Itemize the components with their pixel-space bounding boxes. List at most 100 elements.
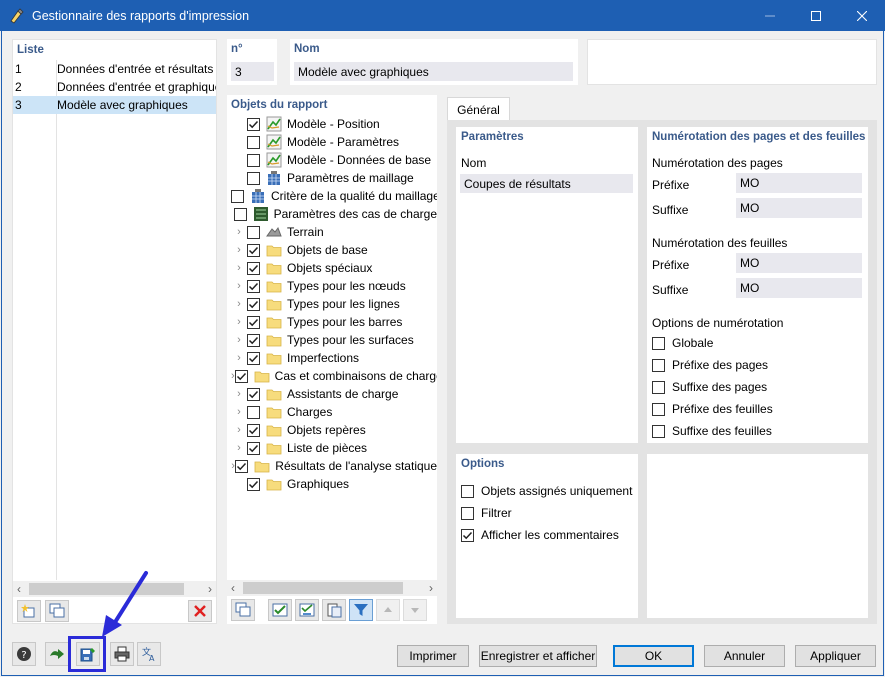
tree-item[interactable]: › Types pour les surfaces <box>227 331 437 349</box>
move-down-button[interactable] <box>403 599 427 621</box>
expand-chevron-icon[interactable]: › <box>227 226 247 238</box>
tree-item[interactable]: › Types pour les lignes <box>227 295 437 313</box>
pages-suffix-field[interactable]: MO <box>736 198 862 218</box>
numbering-option[interactable]: Globale <box>652 336 713 350</box>
copy-object-button[interactable] <box>231 599 255 621</box>
tree-item[interactable]: Paramètres des cas de charge <box>227 205 437 223</box>
option-item[interactable]: Filtrer <box>461 506 512 520</box>
maximize-button[interactable] <box>793 0 839 31</box>
tree-item[interactable]: › Imperfections <box>227 349 437 367</box>
expand-chevron-icon[interactable]: › <box>227 316 247 328</box>
expand-chevron-icon[interactable]: › <box>227 442 247 454</box>
tree-item-checkbox[interactable] <box>247 315 260 329</box>
sheets-suffix-field[interactable]: MO <box>736 278 862 298</box>
tree-item-checkbox[interactable] <box>247 297 260 311</box>
tree-item[interactable]: › Assistants de charge <box>227 385 437 403</box>
option-item[interactable]: Afficher les commentaires <box>461 528 619 542</box>
scroll-left-icon[interactable]: ‹ <box>13 582 21 596</box>
apply-button[interactable]: Appliquer <box>795 645 876 667</box>
numbering-option-checkbox[interactable] <box>652 424 665 438</box>
expand-chevron-icon[interactable]: › <box>227 352 247 364</box>
tree-item[interactable]: Modèle - Position <box>227 115 437 133</box>
tree-item-checkbox[interactable] <box>247 405 260 419</box>
expand-chevron-icon[interactable]: › <box>227 370 235 382</box>
numbering-option-checkbox[interactable] <box>652 336 665 350</box>
expand-chevron-icon[interactable]: › <box>227 388 247 400</box>
copy-report-button[interactable] <box>45 600 69 622</box>
tree-item[interactable]: › Résultats de l'analyse statique <box>227 457 437 475</box>
scroll-left-icon[interactable]: ‹ <box>227 581 235 595</box>
scroll-right-icon[interactable]: › <box>208 582 216 596</box>
tree-item-checkbox[interactable] <box>247 171 260 185</box>
tree-item[interactable]: › Terrain <box>227 223 437 241</box>
language-button[interactable]: 文A <box>137 642 161 666</box>
tree-item[interactable]: › Objets spéciaux <box>227 259 437 277</box>
numbering-option[interactable]: Suffixe des feuilles <box>652 424 772 438</box>
option-item[interactable]: Objets assignés uniquement <box>461 484 632 498</box>
move-up-button[interactable] <box>376 599 400 621</box>
numbering-option[interactable]: Suffixe des pages <box>652 380 767 394</box>
toggle-check-button[interactable] <box>295 599 319 621</box>
tab-general[interactable]: Général <box>447 97 510 121</box>
tree-item[interactable]: Critère de la qualité du maillage <box>227 187 437 205</box>
report-name-field[interactable]: Modèle avec graphiques <box>294 62 573 81</box>
tree-item-checkbox[interactable] <box>233 207 247 221</box>
tree-item[interactable]: › Liste de pièces <box>227 439 437 457</box>
filter-button[interactable] <box>349 599 373 621</box>
ok-button[interactable]: OK <box>613 645 694 667</box>
scroll-right-icon[interactable]: › <box>429 581 437 595</box>
tree-item-checkbox[interactable] <box>247 117 260 131</box>
tree-item[interactable]: Graphiques <box>227 475 437 493</box>
expand-chevron-icon[interactable]: › <box>227 406 247 418</box>
numbering-option[interactable]: Préfixe des pages <box>652 358 768 372</box>
tree-item-checkbox[interactable] <box>247 423 260 437</box>
tree-item[interactable]: › Objets de base <box>227 241 437 259</box>
close-button[interactable] <box>839 0 885 31</box>
expand-chevron-icon[interactable]: › <box>227 262 247 274</box>
tree-item-checkbox[interactable] <box>234 369 248 383</box>
numbering-option-checkbox[interactable] <box>652 402 665 416</box>
copy-settings-button[interactable] <box>322 599 346 621</box>
expand-chevron-icon[interactable]: › <box>227 298 247 310</box>
list-item[interactable]: 2 Données d'entrée et graphiques <box>13 78 216 96</box>
tree-item-checkbox[interactable] <box>247 153 260 167</box>
numbering-option-checkbox[interactable] <box>652 380 665 394</box>
sheets-prefix-field[interactable]: MO <box>736 253 862 273</box>
expand-chevron-icon[interactable]: › <box>227 334 247 346</box>
expand-chevron-icon[interactable]: › <box>227 424 247 436</box>
option-checkbox[interactable] <box>461 484 474 498</box>
minimize-button[interactable] <box>747 0 793 31</box>
printer-button[interactable] <box>110 642 134 666</box>
option-checkbox[interactable] <box>461 506 474 520</box>
delete-report-button[interactable] <box>188 600 212 622</box>
help-button[interactable]: ? <box>12 642 36 666</box>
tree-item-checkbox[interactable] <box>247 351 260 365</box>
list-item[interactable]: 1 Données d'entrée et résultats u <box>13 60 216 78</box>
tree-item-checkbox[interactable] <box>235 459 249 473</box>
tree-item[interactable]: Modèle - Données de base <box>227 151 437 169</box>
cancel-button[interactable]: Annuler <box>704 645 785 667</box>
check-all-button[interactable] <box>268 599 292 621</box>
tree-item[interactable]: Paramètres de maillage <box>227 169 437 187</box>
tree-item[interactable]: › Types pour les nœuds <box>227 277 437 295</box>
tree-item-checkbox[interactable] <box>247 225 260 239</box>
numbering-option[interactable]: Préfixe des feuilles <box>652 402 773 416</box>
scroll-thumb[interactable] <box>243 582 403 594</box>
tree-item[interactable]: › Objets repères <box>227 421 437 439</box>
units-button[interactable] <box>45 642 69 666</box>
new-report-button[interactable] <box>17 600 41 622</box>
tree-item-checkbox[interactable] <box>247 135 260 149</box>
tree-item-checkbox[interactable] <box>247 279 260 293</box>
objects-horizontal-scrollbar[interactable]: ‹ › <box>227 580 437 596</box>
tree-item-checkbox[interactable] <box>247 243 260 257</box>
tree-item[interactable]: › Types pour les barres <box>227 313 437 331</box>
expand-chevron-icon[interactable]: › <box>227 460 235 472</box>
expand-chevron-icon[interactable]: › <box>227 280 247 292</box>
tree-item-checkbox[interactable] <box>247 261 260 275</box>
option-checkbox[interactable] <box>461 528 474 542</box>
number-field[interactable]: 3 <box>231 62 274 81</box>
save-and-show-button[interactable]: Enregistrer et afficher <box>479 645 597 667</box>
print-button[interactable]: Imprimer <box>397 645 469 667</box>
tree-item-checkbox[interactable] <box>247 477 260 491</box>
section-name-field[interactable]: Coupes de résultats <box>460 174 633 193</box>
